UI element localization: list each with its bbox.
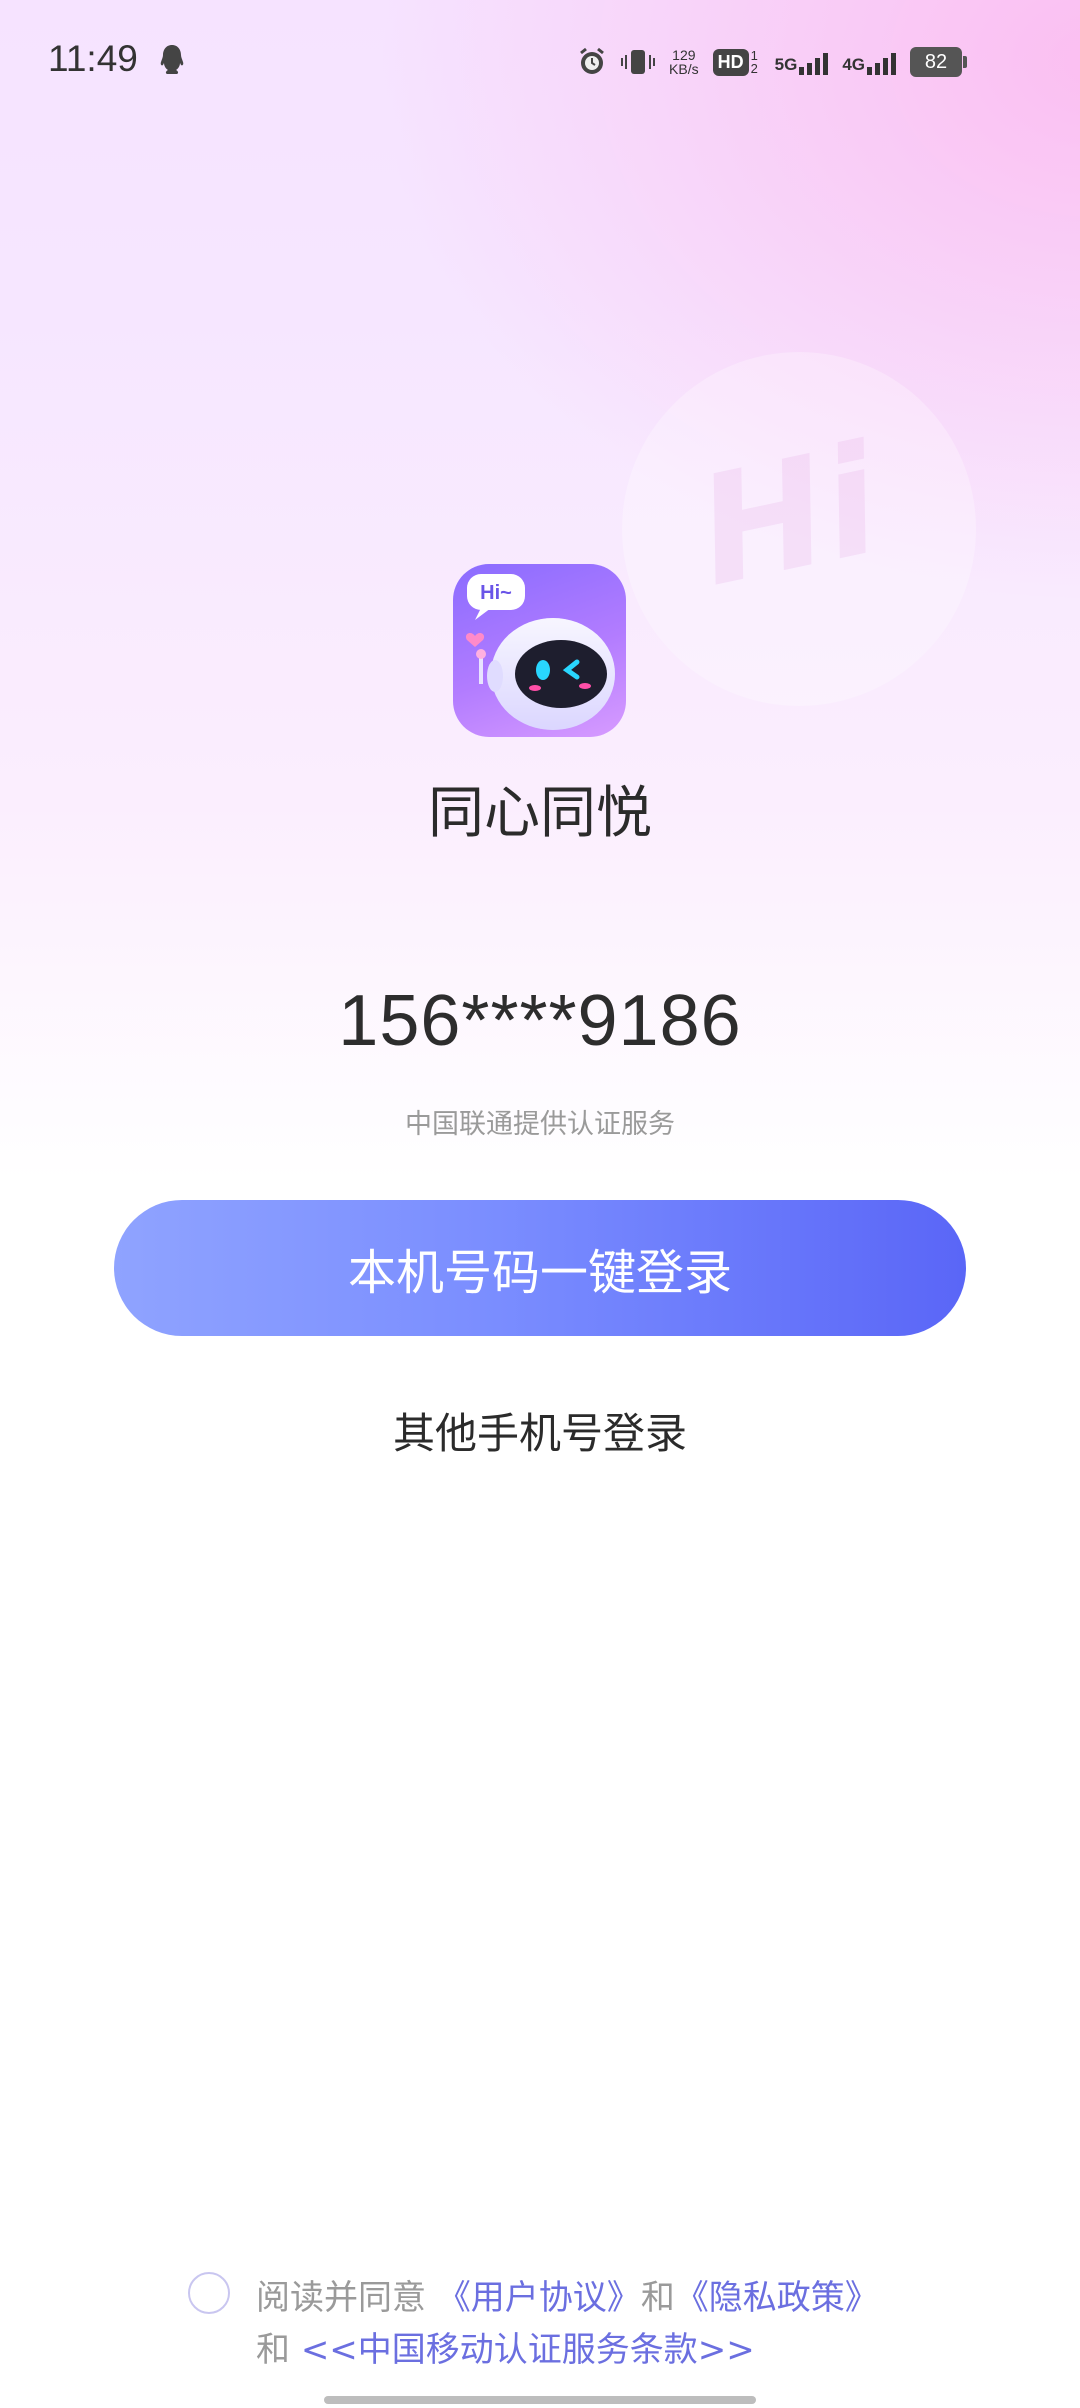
- hi-watermark: Hi: [683, 413, 894, 621]
- agreement-line-1: 阅读并同意 《用户协议》和《隐私政策》: [256, 2270, 879, 2319]
- hd-sub: 1 2: [750, 48, 758, 76]
- hd-indicator: HD 1 2: [712, 48, 761, 76]
- signal-icon: [867, 49, 896, 75]
- hd-badge: HD: [712, 48, 749, 76]
- agreement-line-2: 和 <<中国移动认证服务条款>>: [256, 2322, 755, 2371]
- signal-4g-label: 4G: [842, 55, 865, 74]
- agreement-prefix: 阅读并同意: [256, 2278, 426, 2318]
- user-agreement-link[interactable]: 《用户协议》: [437, 2278, 641, 2318]
- privacy-policy-link[interactable]: 《隐私政策》: [675, 2278, 879, 2318]
- home-indicator[interactable]: [324, 2396, 756, 2404]
- status-bar: 11:49 129 KB/s HD 1 2 5G 4G 82: [0, 0, 1080, 128]
- masked-phone-number: 156****9186: [338, 981, 742, 1061]
- other-phone-login-link[interactable]: 其他手机号登录: [0, 1400, 1080, 1461]
- one-click-login-button[interactable]: 本机号码一键登录: [114, 1200, 966, 1336]
- carrier-terms-link[interactable]: <<中国移动认证服务条款>>: [301, 2330, 755, 2370]
- robot-mascot-icon: Hi~: [465, 574, 615, 730]
- net-speed: 129 KB/s: [669, 48, 699, 76]
- battery-icon: 82: [910, 47, 967, 77]
- signal-4g: 4G: [842, 49, 896, 75]
- agree-checkbox[interactable]: [188, 2272, 230, 2314]
- signal-5g: 5G: [775, 49, 829, 75]
- signal-icon: [799, 49, 829, 75]
- net-speed-value: 129: [672, 47, 696, 63]
- alarm-icon: [580, 47, 604, 74]
- carrier-auth-note: 中国联通提供认证服务: [405, 1109, 675, 1140]
- app-name: 同心同悦: [428, 781, 652, 846]
- net-speed-unit: KB/s: [669, 61, 699, 77]
- logo-bubble-text: Hi~: [480, 582, 512, 604]
- app-logo: Hi~: [453, 564, 626, 737]
- qq-icon: [160, 45, 184, 74]
- signal-5g-label: 5G: [774, 55, 798, 74]
- vibrate-icon: [621, 50, 656, 74]
- agreement-and-2: 和: [256, 2330, 290, 2370]
- status-icons: 129 KB/s HD 1 2 5G 4G 82: [577, 40, 967, 84]
- status-time: 11:49: [48, 38, 138, 79]
- agreement-and-1: 和: [640, 2278, 675, 2318]
